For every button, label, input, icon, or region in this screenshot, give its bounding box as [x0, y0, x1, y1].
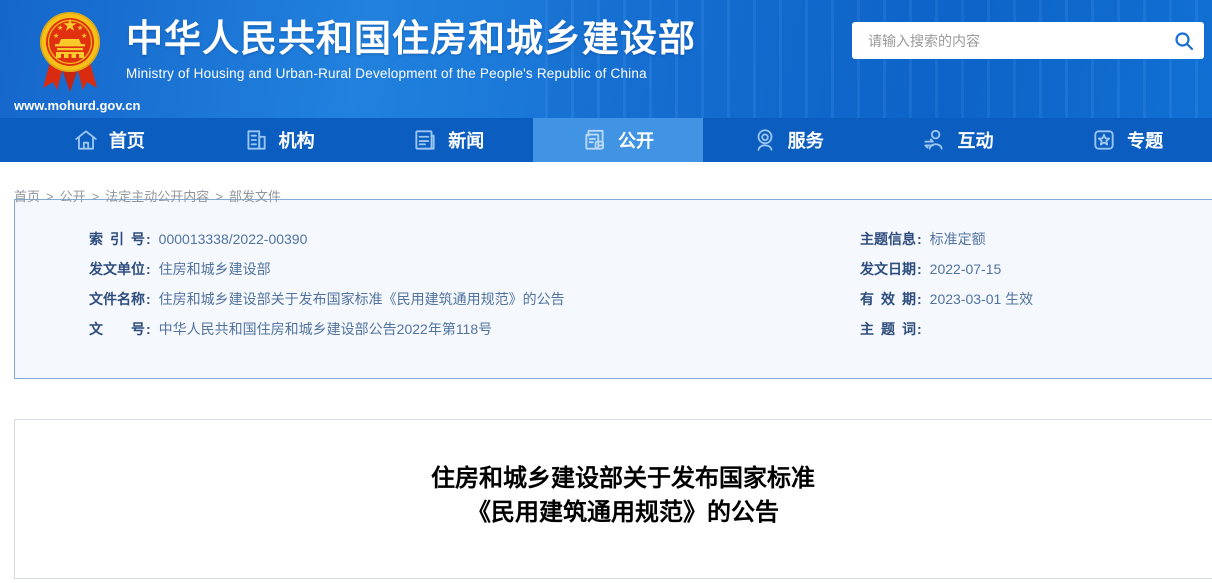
- search-icon: [1174, 31, 1194, 51]
- meta-label: 文号: [89, 314, 145, 344]
- nav-label: 专题: [1127, 127, 1163, 153]
- interaction-icon: [921, 127, 947, 153]
- site-title-block: 中华人民共和国住房和城乡建设部 Ministry of Housing and …: [126, 16, 696, 81]
- meta-column-right: 主题信息:标准定额 发文日期:2022-07-15 有效期:2023-03-01…: [860, 224, 1212, 378]
- svg-text:★: ★: [81, 32, 87, 40]
- meta-row-document-name: 文件名称: 住房和城乡建设部关于发布国家标准《民用建筑通用规范》的公告: [89, 284, 860, 314]
- meta-value: 2023-03-01 生效: [930, 291, 1034, 307]
- meta-colon: :: [917, 291, 922, 307]
- document-content-panel: 住房和城乡建设部关于发布国家标准 《民用建筑通用规范》的公告: [14, 419, 1212, 579]
- breadcrumb-link-disclosure[interactable]: 公开: [60, 189, 86, 204]
- breadcrumb-link-statutory-disclosure[interactable]: 法定主动公开内容: [105, 189, 209, 204]
- meta-label: 文件名称: [89, 284, 145, 314]
- meta-colon: :: [146, 321, 151, 337]
- page: ★ ★ ★ ★ www.mohurd.gov.cn 中华人民共和国住房和城乡建设…: [0, 0, 1212, 583]
- nav-item-interaction[interactable]: 互动: [873, 118, 1043, 162]
- breadcrumb-separator: >: [92, 189, 100, 204]
- site-url: www.mohurd.gov.cn: [14, 98, 126, 113]
- nav-label: 首页: [109, 127, 145, 153]
- meta-value: 2022-07-15: [930, 261, 1002, 277]
- service-icon: [752, 127, 778, 153]
- nav-item-services[interactable]: 服务: [703, 118, 873, 162]
- meta-row-issue-date: 发文日期:2022-07-15: [860, 254, 1212, 284]
- site-header: ★ ★ ★ ★ www.mohurd.gov.cn 中华人民共和国住房和城乡建设…: [0, 0, 1212, 118]
- news-icon: [412, 127, 438, 153]
- meta-row-issuing-unit: 发文单位: 住房和城乡建设部: [89, 254, 860, 284]
- meta-label: 主题信息: [860, 224, 916, 254]
- meta-colon: :: [146, 231, 151, 247]
- nav-item-disclosure[interactable]: 公开: [533, 118, 703, 162]
- svg-text:★: ★: [77, 24, 83, 32]
- breadcrumb-separator: >: [46, 189, 54, 204]
- topic-star-icon: [1091, 127, 1117, 153]
- home-icon: [73, 127, 99, 153]
- meta-value: 中华人民共和国住房和城乡建设部公告2022年第118号: [159, 321, 492, 337]
- nav-item-topics[interactable]: 专题: [1042, 118, 1212, 162]
- meta-label: 主题词: [860, 314, 916, 344]
- svg-text:★: ★: [53, 32, 59, 40]
- national-emblem-icon: ★ ★ ★ ★: [37, 4, 103, 96]
- meta-row-index-number: 索引号:000013338/2022-00390: [89, 224, 860, 254]
- document-meta-panel: 索引号:000013338/2022-00390 发文单位:住房和城乡建设部 文…: [14, 199, 1212, 379]
- nav-label: 公开: [618, 127, 654, 153]
- disclosure-icon: [582, 127, 608, 153]
- meta-value: 住房和城乡建设部: [159, 261, 271, 277]
- meta-label: 有效期: [860, 284, 916, 314]
- nav-label: 互动: [957, 127, 993, 153]
- document-title-line-1: 住房和城乡建设部关于发布国家标准: [15, 462, 1212, 496]
- meta-label: 索引号: [89, 224, 145, 254]
- search-box: [852, 22, 1204, 59]
- nav-item-home[interactable]: 首页: [24, 118, 194, 162]
- breadcrumb-link-home[interactable]: 首页: [14, 189, 40, 204]
- meta-label: 发文单位: [89, 254, 145, 284]
- organization-icon: [243, 127, 269, 153]
- nav-label: 新闻: [448, 127, 484, 153]
- meta-row-effective-date: 有效期:2023-03-01 生效: [860, 284, 1212, 314]
- meta-colon: :: [917, 321, 922, 337]
- meta-colon: :: [917, 231, 922, 247]
- search-input[interactable]: [866, 32, 1164, 50]
- search-button[interactable]: [1164, 22, 1204, 59]
- nav-label: 服务: [788, 127, 824, 153]
- main-nav: 首页 机构 新闻 公开: [0, 118, 1212, 162]
- meta-row-topic-info: 主题信息: 标准定额: [860, 224, 1212, 254]
- meta-column-left: 索引号:000013338/2022-00390 发文单位:住房和城乡建设部 文…: [15, 224, 860, 378]
- meta-colon: :: [146, 291, 151, 307]
- meta-colon: :: [146, 261, 151, 277]
- meta-value: 住房和城乡建设部关于发布国家标准《民用建筑通用规范》的公告: [159, 291, 565, 307]
- breadcrumb: 首页>公开>法定主动公开内容>部发文件: [0, 162, 1212, 199]
- meta-value: 000013338/2022-00390: [159, 231, 308, 247]
- nav-label: 机构: [279, 127, 315, 153]
- meta-row-subject-words: 主题词:: [860, 314, 1212, 344]
- meta-label: 发文日期: [860, 254, 916, 284]
- nav-item-news[interactable]: 新闻: [363, 118, 533, 162]
- nav-item-organization[interactable]: 机构: [194, 118, 364, 162]
- svg-text:★: ★: [57, 24, 63, 32]
- site-title: 中华人民共和国住房和城乡建设部: [126, 16, 696, 62]
- site-subtitle-en: Ministry of Housing and Urban-Rural Deve…: [126, 66, 696, 81]
- meta-row-document-number: 文号: 中华人民共和国住房和城乡建设部公告2022年第118号: [89, 314, 860, 344]
- meta-value: 标准定额: [930, 231, 986, 247]
- breadcrumb-link-ministry-documents[interactable]: 部发文件: [229, 189, 281, 204]
- breadcrumb-separator: >: [215, 189, 223, 204]
- meta-colon: :: [917, 261, 922, 277]
- document-title-line-2: 《民用建筑通用规范》的公告: [15, 496, 1212, 530]
- site-logo[interactable]: ★ ★ ★ ★ www.mohurd.gov.cn: [14, 4, 126, 113]
